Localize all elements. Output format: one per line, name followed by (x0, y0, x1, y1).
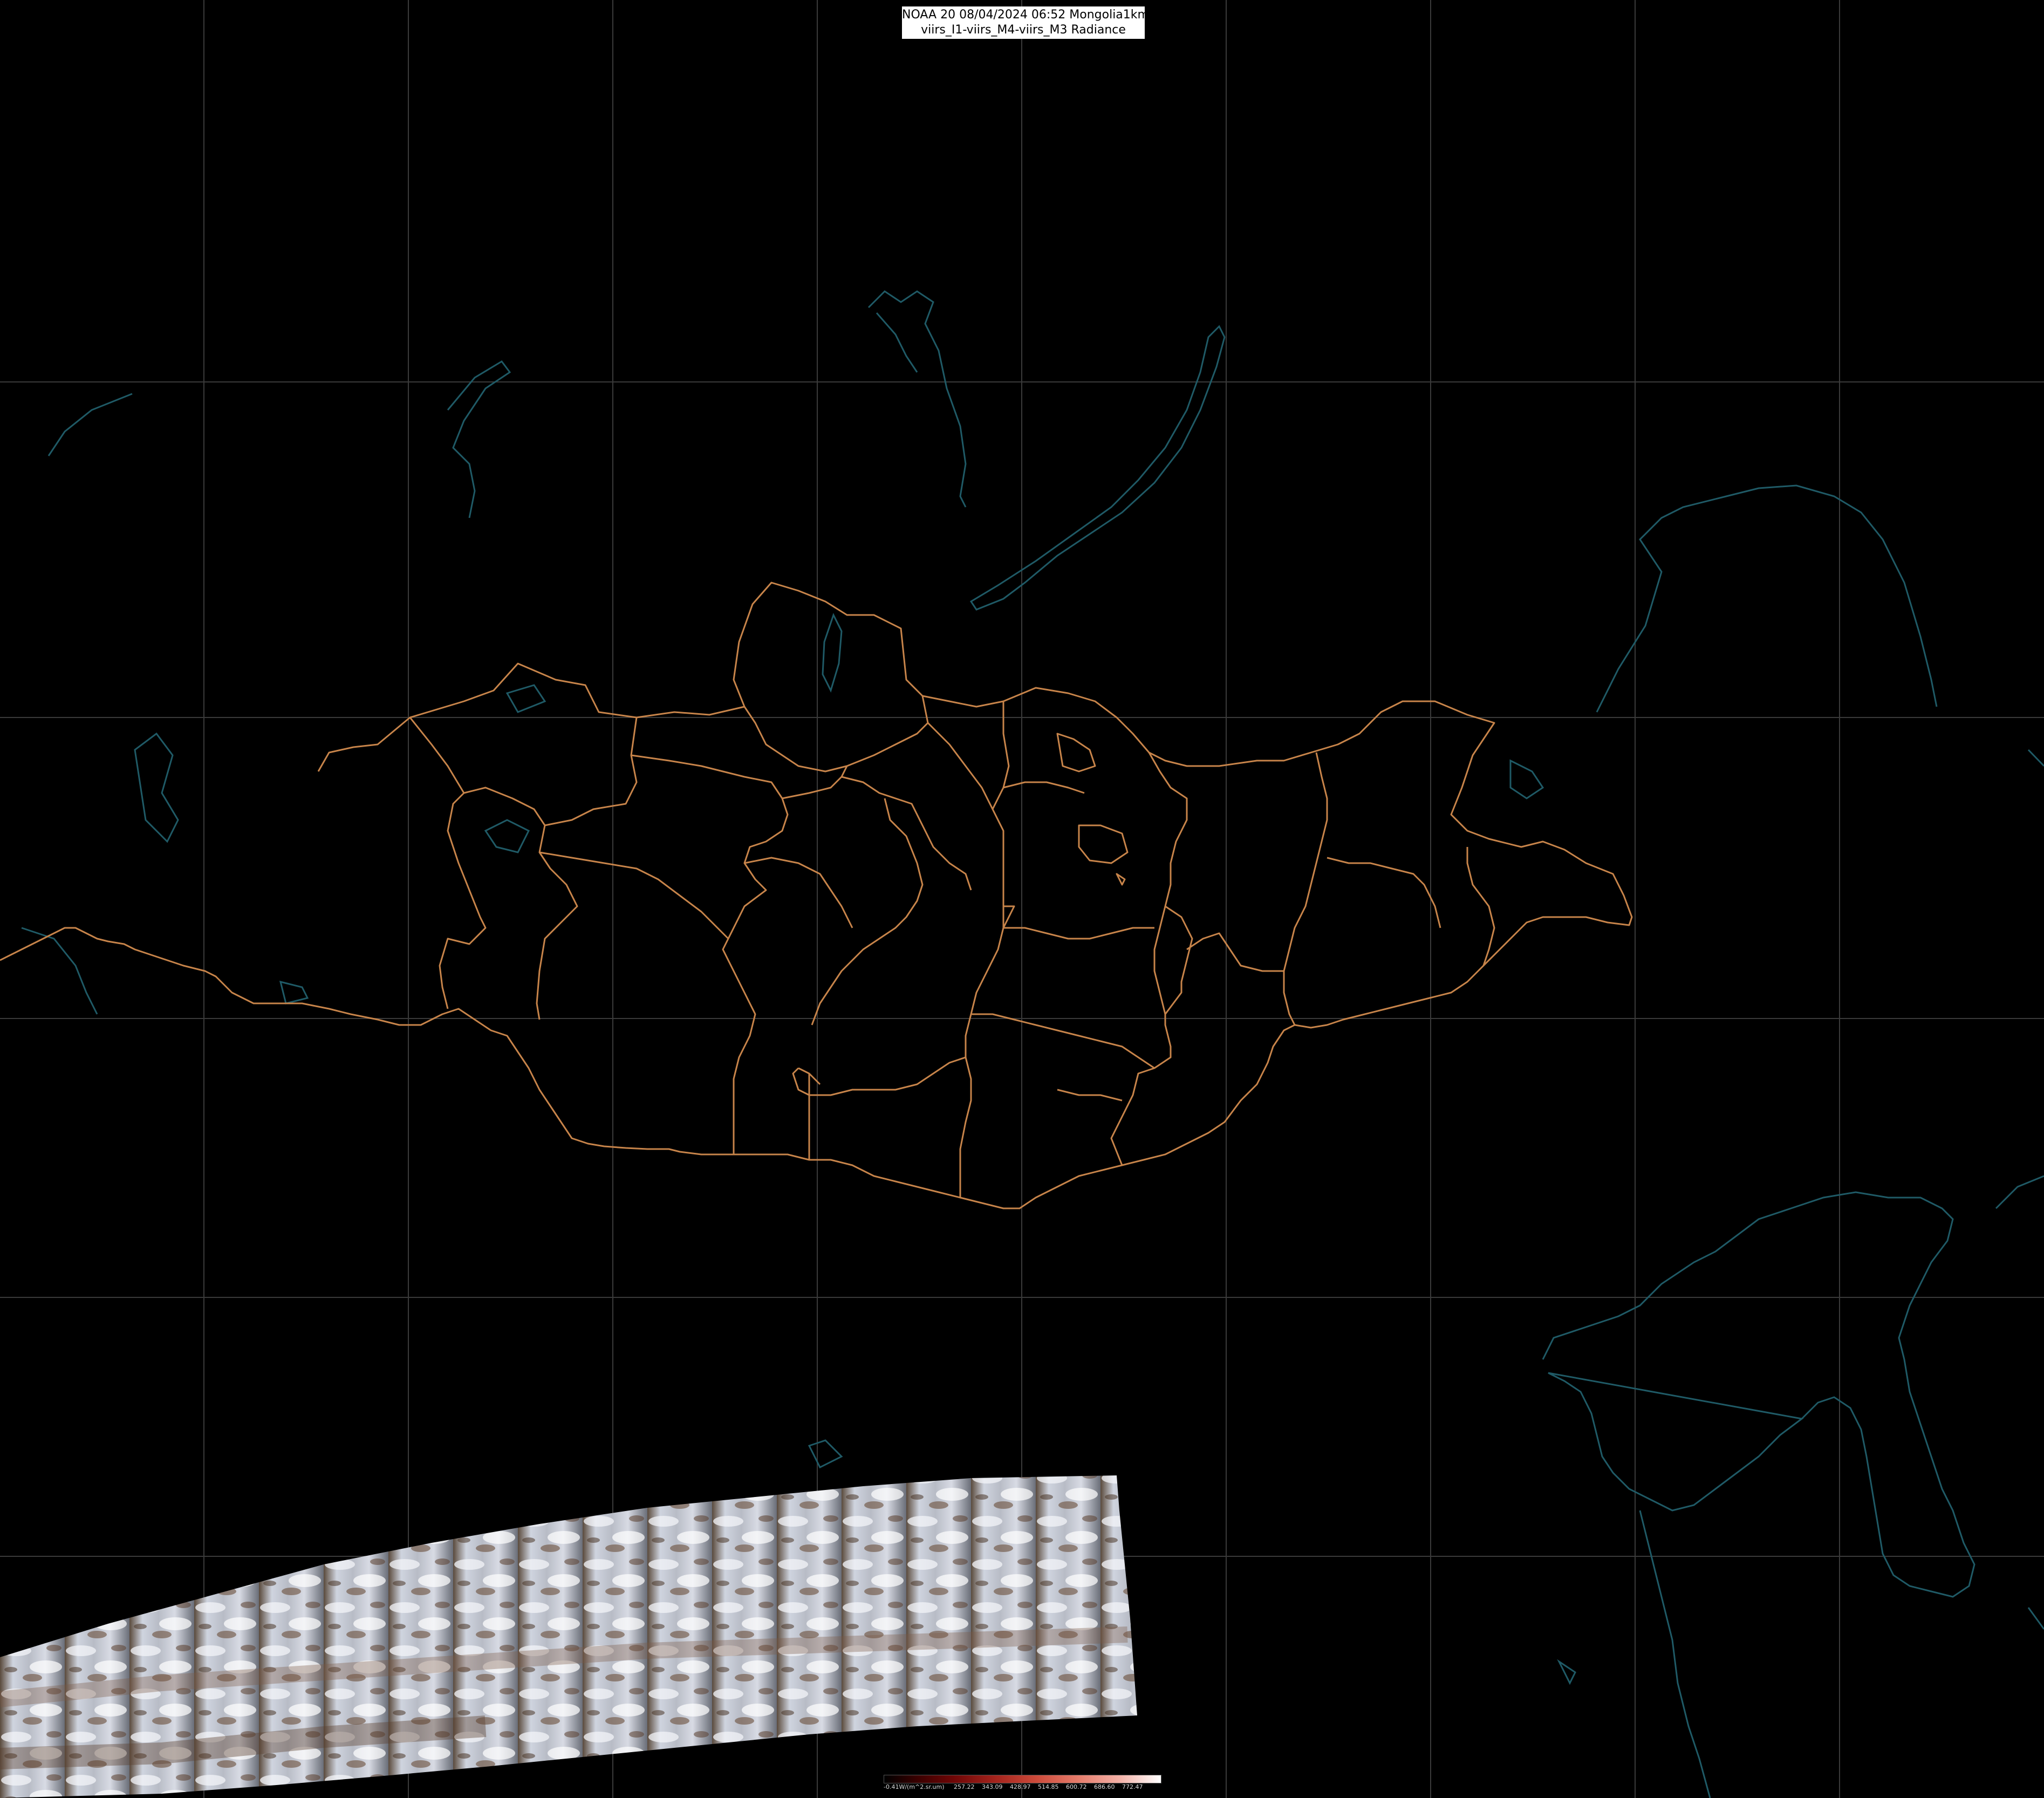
colorbar-tick: 257.22 (954, 1783, 975, 1790)
colorbar-tick: 514.85 (1038, 1783, 1059, 1790)
colorbar-ticks: -0.41W/(m^2.sr.um) 257.22 343.09 428.97 … (884, 1783, 1160, 1792)
colorbar-unit-label: -0.41W/(m^2.sr.um) (884, 1783, 945, 1790)
colorbar-tick: 428.97 (1010, 1783, 1031, 1790)
colorbar-tick: 343.09 (982, 1783, 1003, 1790)
colorbar-tick: 772.47 (1122, 1783, 1143, 1790)
radiance-colorbar: -0.41W/(m^2.sr.um) 257.22 343.09 428.97 … (884, 1775, 1161, 1793)
colorbar-tick: 600.72 (1066, 1783, 1087, 1790)
satellite-map (0, 0, 2044, 1798)
colorbar-gradient (884, 1775, 1161, 1783)
title-line-1: NOAA 20 08/04/2024 06:52 Mongolia1km (902, 8, 1149, 22)
map-title: NOAA 20 08/04/2024 06:52 Mongolia1km vii… (902, 6, 1149, 39)
colorbar-tick: 686.60 (1094, 1783, 1115, 1790)
title-line-2: viirs_I1-viirs_M4-viirs_M3 Radiance (921, 23, 1126, 37)
